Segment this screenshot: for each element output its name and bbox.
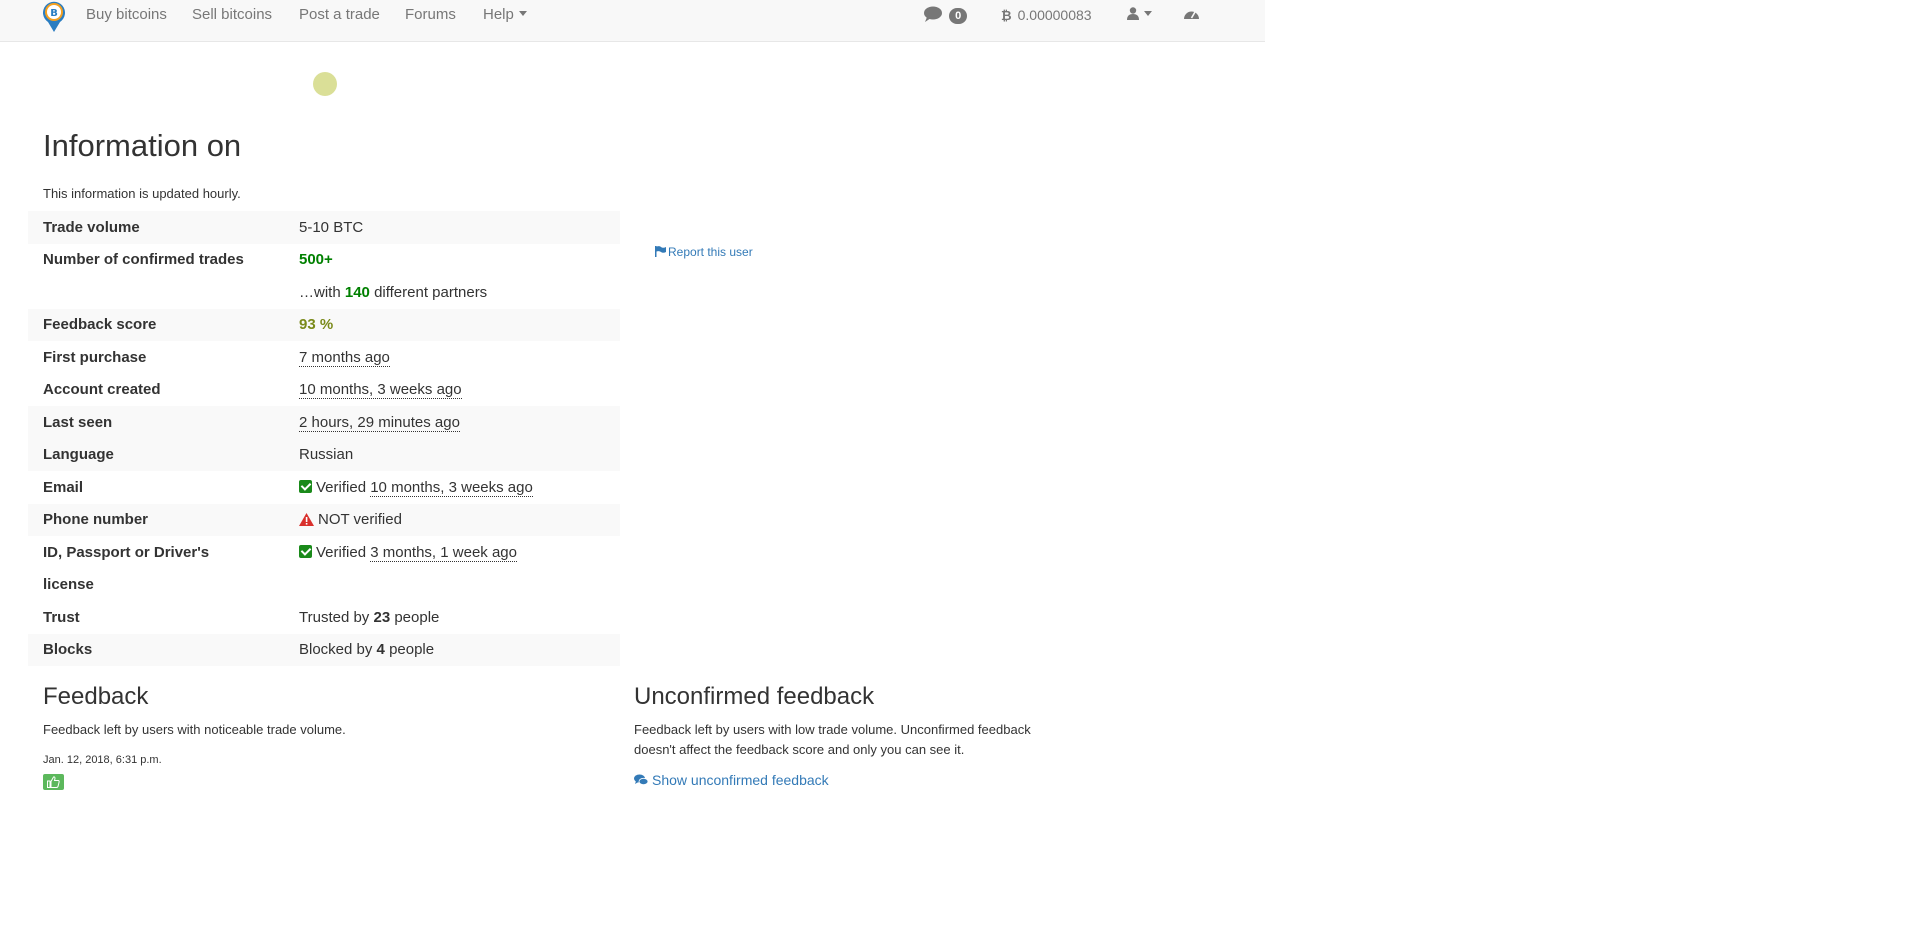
messages-button[interactable]: 0 (924, 6, 968, 24)
id-status: Verified (316, 543, 367, 561)
table-row: Last seen 2 hours, 29 minutes ago (28, 406, 620, 439)
nav-sell-bitcoins[interactable]: Sell bitcoins (192, 6, 272, 23)
feedback-score-label: Feedback score (28, 308, 284, 341)
table-row: Account created 10 months, 3 weeks ago (28, 374, 620, 407)
user-menu-button[interactable] (1127, 6, 1152, 23)
wallet-balance-button[interactable]: ₿ 0.00000083 (1001, 7, 1092, 23)
table-row: Blocks Blocked by 4 people (28, 633, 620, 666)
thumbs-up-icon (43, 774, 64, 790)
feedback-entry-date: Jan. 12, 2018, 6:31 p.m. (43, 754, 162, 766)
blocks-count: 4 (376, 641, 385, 659)
comment-icon (924, 6, 942, 22)
table-row: Email Verified 10 months, 3 weeks ago (28, 471, 620, 504)
trust-value: Trusted by 23 people (299, 608, 440, 626)
user-info-table: Trade volume 5-10 BTC Number of confirme… (28, 211, 620, 666)
partners-cell: …with 140 different partners (299, 283, 488, 301)
table-row: Language Russian (28, 438, 620, 471)
phone-status: NOT verified (318, 511, 402, 529)
table-row: Trade volume 5-10 BTC (28, 211, 620, 244)
table-row: Trust Trusted by 23 people (28, 601, 620, 634)
blocks-value: Blocked by 4 people (284, 633, 620, 666)
last-seen-label: Last seen (28, 406, 284, 439)
confirmed-trades-label: Number of confirmed trades (43, 251, 244, 269)
warning-icon (299, 513, 314, 527)
check-icon (299, 544, 312, 558)
chevron-down-icon (1144, 11, 1152, 16)
report-user-label: Report this user (668, 245, 753, 259)
trade-volume-label: Trade volume (28, 211, 284, 244)
confirmed-trades-value: 500+ (299, 251, 333, 269)
report-user-link[interactable]: Report this user (655, 245, 753, 259)
table-row: Feedback score 93 % (28, 308, 620, 341)
flag-icon (655, 246, 666, 257)
show-unconfirmed-feedback-label: Show unconfirmed feedback (652, 772, 829, 788)
check-icon (299, 479, 312, 493)
last-seen-value: 2 hours, 29 minutes ago (299, 413, 460, 432)
comments-icon (634, 774, 649, 786)
chevron-down-icon (518, 11, 527, 16)
page-title: Information on (43, 128, 242, 163)
partners-count: 140 (344, 283, 370, 301)
svg-text:B: B (50, 8, 58, 19)
table-row: Phone number NOT verified (28, 503, 620, 536)
bitcoin-icon: ₿ (1001, 8, 1012, 23)
id-verified-when: 3 months, 1 week ago (370, 543, 517, 562)
feedback-title: Feedback (43, 683, 149, 710)
unconfirmed-feedback-desc: Feedback left by users with low trade vo… (634, 722, 1031, 757)
nav-forums[interactable]: Forums (405, 6, 456, 23)
blocks-label: Blocks (28, 633, 284, 666)
id-label-continued: license (43, 576, 94, 594)
language-value: Russian (284, 438, 620, 471)
user-icon (1127, 7, 1139, 20)
cursor-indicator (313, 72, 337, 96)
email-status: Verified (316, 478, 367, 496)
wallet-balance: 0.00000083 (1017, 7, 1092, 23)
nav-buy-bitcoins[interactable]: Buy bitcoins (86, 6, 167, 23)
nav-help-dropdown[interactable]: Help (483, 6, 527, 23)
unconfirmed-feedback-title: Unconfirmed feedback (634, 683, 875, 710)
account-created-label: Account created (43, 381, 161, 399)
trust-label: Trust (43, 608, 80, 626)
bitcoin-logo-icon[interactable]: B (40, 0, 68, 33)
trade-volume-value: 5-10 BTC (284, 211, 620, 244)
phone-label: Phone number (28, 503, 284, 536)
table-row: First purchase 7 months ago (28, 341, 620, 374)
first-purchase-value: 7 months ago (299, 348, 390, 367)
nav-post-a-trade[interactable]: Post a trade (299, 6, 380, 23)
dashboard-button[interactable] (1184, 6, 1199, 23)
feedback-score-value: 93 % (299, 316, 334, 334)
dashboard-icon (1184, 11, 1199, 19)
navbar: B Buy bitcoins Sell bitcoins Post a trad… (0, 0, 1265, 42)
updated-note: This information is updated hourly. (43, 186, 241, 201)
account-created-value: 10 months, 3 weeks ago (299, 381, 462, 400)
messages-badge: 0 (949, 8, 968, 24)
table-row: Number of confirmed trades 500+ (28, 244, 620, 277)
nav-help-label: Help (483, 6, 514, 23)
table-row: ID, Passport or Driver's Verified 3 mont… (28, 536, 620, 569)
table-row: license (28, 569, 620, 602)
email-verified-when: 10 months, 3 weeks ago (370, 478, 533, 497)
trust-count: 23 (373, 608, 391, 626)
show-unconfirmed-feedback-link[interactable]: Show unconfirmed feedback (634, 772, 829, 788)
language-label: Language (28, 438, 284, 471)
first-purchase-label: First purchase (43, 348, 147, 366)
email-label: Email (43, 478, 84, 496)
table-row: …with 140 different partners (28, 276, 620, 309)
feedback-desc: Feedback left by users with noticeable t… (43, 722, 346, 737)
id-label: ID, Passport or Driver's (43, 543, 210, 561)
